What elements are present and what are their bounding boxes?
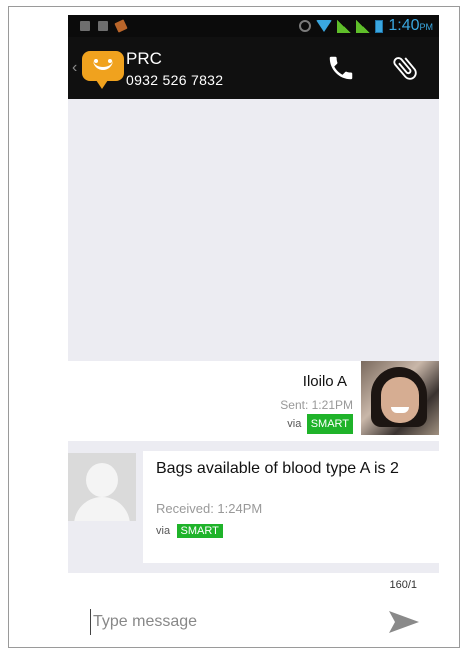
- message-timestamp: Sent: 1:21PM: [280, 398, 353, 412]
- wifi-icon: [316, 20, 333, 32]
- flame-icon: [114, 18, 128, 33]
- back-chevron-icon[interactable]: ‹: [72, 59, 77, 77]
- phone-icon: [329, 56, 353, 80]
- via-label: via: [156, 525, 171, 537]
- conversation-header: ‹ PRC 0932 526 7832: [68, 37, 439, 99]
- sender-avatar[interactable]: [361, 361, 439, 435]
- carrier-badge: SMART: [306, 414, 353, 434]
- message-via: via SMART: [156, 521, 223, 539]
- message-sent[interactable]: Iloilo A Sent: 1:21PM via SMART: [68, 361, 439, 441]
- attach-button[interactable]: [390, 53, 420, 83]
- message-via: via SMART: [280, 414, 353, 434]
- send-icon: [389, 611, 419, 633]
- contact-number: 0932 526 7832: [126, 72, 224, 88]
- default-avatar-head: [86, 463, 118, 497]
- message-body: Bags available of blood type A is 2: [156, 460, 399, 477]
- paperclip-icon: [393, 57, 417, 80]
- logo-smile: [93, 60, 113, 70]
- signal-icon-2: [356, 19, 371, 33]
- clock: 1:40PM: [388, 16, 433, 34]
- sd-card-icon: [80, 20, 90, 31]
- message-meta: Sent: 1:21PM via SMART: [280, 396, 353, 434]
- message-body: Iloilo A: [302, 373, 347, 390]
- default-avatar-body: [74, 497, 130, 521]
- send-button[interactable]: [387, 607, 421, 637]
- message-received[interactable]: Bags available of blood type A is 2 Rece…: [68, 451, 439, 563]
- battery-icon: [375, 19, 384, 33]
- contact-avatar[interactable]: [68, 453, 136, 521]
- sent-bubble: Iloilo A: [303, 373, 347, 390]
- notification-icons: [80, 18, 128, 33]
- screenshot-frame: 1:40PM ‹ PRC 0932 526 7832 Iloilo A Sent…: [8, 6, 460, 648]
- alarm-icon: [299, 20, 312, 32]
- system-icons: 1:40PM: [299, 17, 433, 35]
- message-timestamp: Received: 1:24PM: [156, 501, 263, 516]
- app-logo-icon[interactable]: [82, 51, 124, 89]
- compose-bar: 160/1: [68, 573, 439, 643]
- avatar-face: [381, 377, 419, 423]
- via-label: via: [287, 418, 302, 430]
- status-bar: 1:40PM: [68, 15, 439, 37]
- phone-screen: 1:40PM ‹ PRC 0932 526 7832 Iloilo A Sent…: [68, 15, 439, 643]
- message-input[interactable]: [90, 609, 360, 635]
- character-counter: 160/1: [389, 579, 417, 591]
- contact-name: PRC: [126, 49, 162, 68]
- carrier-badge: SMART: [176, 524, 223, 538]
- call-button[interactable]: [326, 53, 356, 83]
- image-icon: [98, 20, 108, 31]
- signal-icon: [337, 19, 352, 33]
